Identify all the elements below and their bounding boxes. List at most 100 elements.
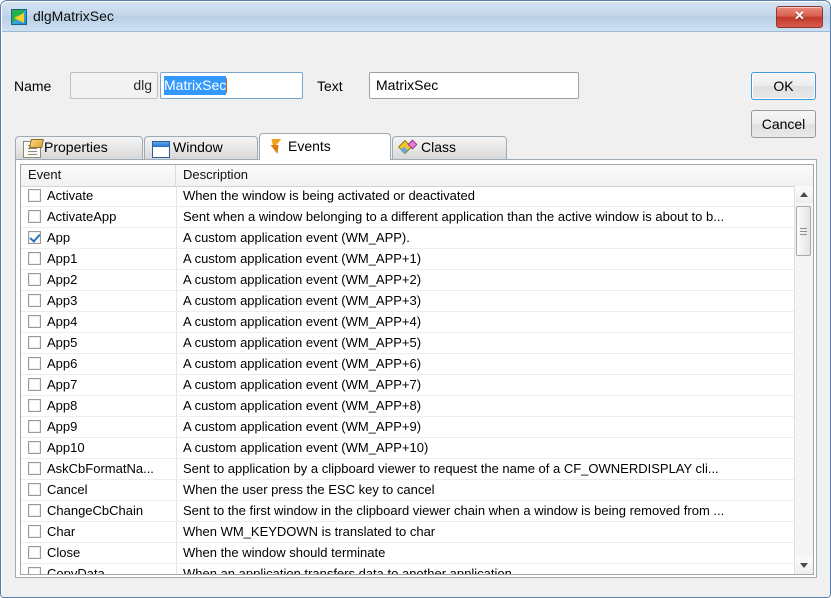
checkbox-unchecked[interactable] [28, 273, 41, 286]
event-description-cell: A custom application event (WM_APP+1) [183, 249, 793, 269]
column-divider [176, 396, 177, 416]
column-divider [176, 564, 177, 574]
checkbox-unchecked[interactable] [28, 441, 41, 454]
column-divider [176, 312, 177, 332]
column-header-event[interactable]: Event [21, 165, 176, 186]
checkbox-unchecked[interactable] [28, 567, 41, 574]
column-divider [176, 375, 177, 395]
table-row[interactable]: App1A custom application event (WM_APP+1… [21, 249, 796, 270]
events-list-panel: Event Description Activate When the windo… [15, 159, 817, 578]
checkbox-unchecked[interactable] [28, 294, 41, 307]
table-row[interactable]: CancelWhen the user press the ESC key to… [21, 480, 796, 501]
event-name-cell: App3 [47, 291, 172, 311]
checkbox-unchecked[interactable] [28, 357, 41, 370]
table-row[interactable]: App2 A custom application event (WM_APP+2… [21, 270, 796, 291]
column-divider [176, 480, 177, 500]
event-description-cell: A custom application event (WM_APP+4) [183, 312, 793, 332]
event-description-cell: A custom application event (WM_APP+5) [183, 333, 793, 353]
checkbox-unchecked[interactable] [28, 399, 41, 412]
text-label: Text [317, 78, 343, 94]
event-name-cell: App [47, 228, 172, 248]
event-name-cell: App5 [47, 333, 172, 353]
ok-button[interactable]: OK [751, 72, 816, 100]
scroll-up-button[interactable] [795, 186, 813, 203]
tab-strip: Properties Window Events Class [15, 133, 817, 159]
checkbox-unchecked[interactable] [28, 462, 41, 475]
checkbox-unchecked[interactable] [28, 189, 41, 202]
name-input[interactable]: MatrixSec [160, 72, 303, 99]
table-row[interactable]: App A custom application event (WM_APP). [21, 228, 796, 249]
table-row[interactable]: AskCbFormatNa...Sent to application by a… [21, 459, 796, 480]
table-row[interactable]: CopyDataWhen an application transfers da… [21, 564, 796, 574]
table-row[interactable]: App3A custom application event (WM_APP+3… [21, 291, 796, 312]
event-description-cell: When the window is being activated or de… [183, 186, 793, 206]
checkbox-unchecked[interactable] [28, 420, 41, 433]
grid-rows: Activate When the window is being activat… [21, 186, 796, 574]
table-row[interactable]: App7A custom application event (WM_APP+7… [21, 375, 796, 396]
table-row[interactable]: App8A custom application event (WM_APP+8… [21, 396, 796, 417]
table-row[interactable]: CharWhen WM_KEYDOWN is translated to cha… [21, 522, 796, 543]
checkbox-unchecked[interactable] [28, 378, 41, 391]
checkbox-unchecked[interactable] [28, 546, 41, 559]
client-area: Name dlg MatrixSec Text MatrixSec OK Can… [2, 32, 830, 597]
name-input-selected-text: MatrixSec [164, 76, 226, 95]
column-divider [176, 249, 177, 269]
checkbox-unchecked[interactable] [28, 483, 41, 496]
tab-window-label: Window [173, 139, 223, 155]
window-title: dlgMatrixSec [33, 8, 114, 24]
table-row[interactable]: App10A custom application event (WM_APP+… [21, 438, 796, 459]
column-divider [176, 417, 177, 437]
dialog-window: dlgMatrixSec ✕ Name dlg MatrixSec Text M… [0, 0, 831, 598]
table-row[interactable]: CloseWhen the window should terminate [21, 543, 796, 564]
checkbox-checked[interactable] [28, 231, 41, 244]
event-description-cell: A custom application event (WM_APP). [183, 228, 793, 248]
checkbox-unchecked[interactable] [28, 504, 41, 517]
table-row[interactable]: App5 A custom application event (WM_APP+5… [21, 333, 796, 354]
table-row[interactable]: ActivateAppSent when a window belonging … [21, 207, 796, 228]
table-row[interactable]: App6A custom application event (WM_APP+6… [21, 354, 796, 375]
column-header-description[interactable]: Description [176, 165, 796, 186]
tab-properties[interactable]: Properties [15, 136, 143, 159]
column-divider [176, 228, 177, 248]
event-description-cell: A custom application event (WM_APP+2) [183, 270, 793, 290]
table-row[interactable]: App9A custom application event (WM_APP+9… [21, 417, 796, 438]
checkbox-unchecked[interactable] [28, 210, 41, 223]
text-caret [226, 78, 227, 93]
column-divider [176, 186, 177, 206]
column-divider [176, 291, 177, 311]
table-row[interactable]: Activate When the window is being activat… [21, 186, 796, 207]
event-description-cell: When the window should terminate [183, 543, 793, 563]
table-row[interactable]: App4 A custom application event (WM_APP+4… [21, 312, 796, 333]
scroll-down-button[interactable] [795, 557, 813, 574]
window-icon [152, 141, 170, 158]
table-row[interactable]: ChangeCbChainSent to the first window in… [21, 501, 796, 522]
event-name-cell: App2 [47, 270, 172, 290]
bottom-filler [15, 578, 817, 586]
tab-class[interactable]: Class [392, 136, 507, 159]
event-name-cell: App8 [47, 396, 172, 416]
event-name-cell: App4 [47, 312, 172, 332]
event-name-cell: App7 [47, 375, 172, 395]
vertical-scrollbar[interactable] [794, 186, 813, 574]
column-divider [176, 438, 177, 458]
lightning-icon [267, 139, 283, 154]
scrollbar-thumb[interactable] [796, 206, 811, 256]
checkbox-unchecked[interactable] [28, 525, 41, 538]
event-name-cell: CopyData [47, 564, 172, 574]
checkbox-unchecked[interactable] [28, 315, 41, 328]
event-description-cell: A custom application event (WM_APP+6) [183, 354, 793, 374]
close-button[interactable]: ✕ [776, 6, 823, 28]
event-name-cell: Activate [47, 186, 172, 206]
tab-window[interactable]: Window [144, 136, 258, 159]
text-input[interactable]: MatrixSec [369, 72, 579, 99]
column-divider [176, 501, 177, 521]
event-description-cell: When WM_KEYDOWN is translated to char [183, 522, 793, 542]
checkbox-unchecked[interactable] [28, 336, 41, 349]
close-icon: ✕ [777, 7, 822, 27]
properties-icon [23, 141, 41, 158]
column-divider [176, 354, 177, 374]
column-divider [176, 543, 177, 563]
tab-events[interactable]: Events [259, 133, 391, 160]
column-divider [176, 333, 177, 353]
checkbox-unchecked[interactable] [28, 252, 41, 265]
